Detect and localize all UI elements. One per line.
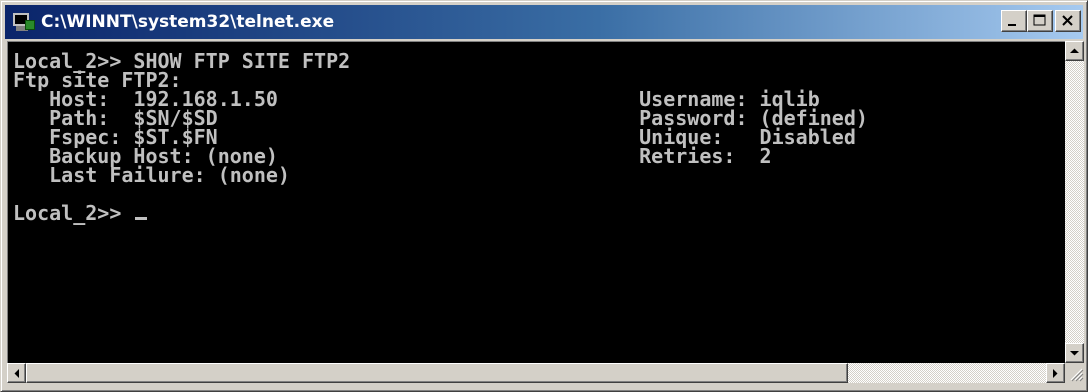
text-cursor <box>135 217 148 220</box>
resize-grip[interactable] <box>1065 363 1084 383</box>
resize-grip-icon <box>1070 368 1084 382</box>
left-arrow-icon <box>14 369 19 378</box>
horizontal-scroll-thumb[interactable] <box>26 363 848 383</box>
terminal-output[interactable]: Local_2>> SHOW FTP SITE FTP2 Ftp site FTP… <box>13 51 868 225</box>
window-title: C:\WINNT\system32\telnet.exe <box>41 12 335 32</box>
scroll-down-button[interactable] <box>1065 343 1084 363</box>
telnet-window: C:\WINNT\system32\telnet.exe Local_2>> S… <box>0 0 1088 392</box>
minimize-button[interactable] <box>1001 10 1027 32</box>
scroll-right-button[interactable] <box>1046 363 1065 383</box>
down-arrow-icon <box>1070 351 1079 356</box>
horizontal-scrollbar[interactable] <box>7 363 1065 383</box>
title-bar[interactable]: C:\WINNT\system32\telnet.exe <box>5 5 1083 39</box>
scroll-up-button[interactable] <box>1065 41 1084 61</box>
close-button[interactable] <box>1055 10 1081 32</box>
prompt-line: Local_2>> <box>13 201 868 225</box>
minimize-icon <box>1008 24 1016 26</box>
terminal-line: Last Failure: (none) <box>13 163 290 187</box>
telnet-app-icon[interactable] <box>13 11 35 33</box>
maximize-button[interactable] <box>1027 10 1053 32</box>
up-arrow-icon <box>1070 48 1079 53</box>
close-icon <box>1062 15 1073 26</box>
title-buttons <box>1001 10 1081 32</box>
vertical-scrollbar[interactable] <box>1065 41 1084 363</box>
maximize-icon <box>1033 14 1046 26</box>
network-badge-shape <box>25 20 35 30</box>
right-arrow-icon <box>1053 369 1058 378</box>
scroll-left-button[interactable] <box>7 363 26 383</box>
prompt-text: Local_2>> <box>13 201 134 225</box>
